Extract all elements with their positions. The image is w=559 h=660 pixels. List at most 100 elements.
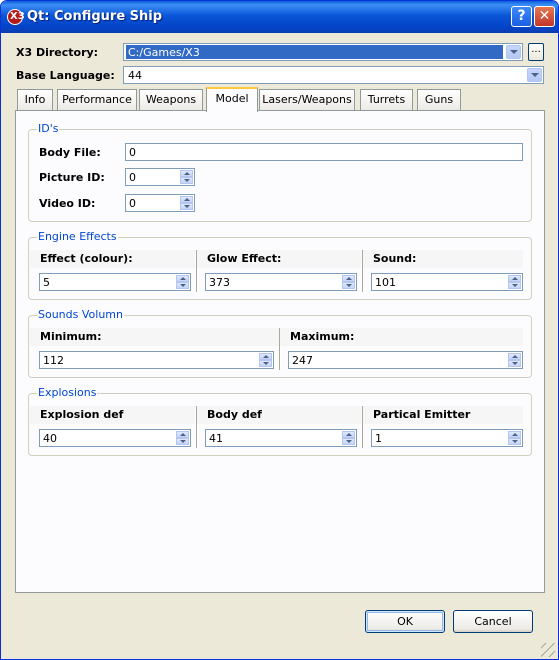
x3-directory-dropdown-arrow[interactable] xyxy=(506,45,521,59)
tab-performance[interactable]: Performance xyxy=(57,89,137,110)
tab-turrets[interactable]: Turrets xyxy=(360,89,413,110)
explosion-def-spinbox[interactable]: 40 xyxy=(39,429,191,447)
body-file-label: Body File: xyxy=(39,146,101,159)
glow-effect-spinbox[interactable]: 373 xyxy=(205,273,357,291)
effect-colour-spin-buttons[interactable] xyxy=(176,275,189,289)
video-id-label: Video ID: xyxy=(39,197,96,210)
app-icon: X3 xyxy=(7,9,25,25)
engine-effects-group-title: Engine Effects xyxy=(37,230,118,243)
partical-emitter-spinbox[interactable]: 1 xyxy=(371,429,523,447)
spin-up-icon[interactable] xyxy=(508,353,521,360)
minimum-header: Minimum: xyxy=(30,328,279,346)
sound-label: Sound: xyxy=(373,252,417,265)
tab-lasers-weapons[interactable]: Lasers/Weapons xyxy=(259,89,355,110)
minimum-spinbox[interactable]: 112 xyxy=(39,351,274,369)
glow-effect-spin-buttons[interactable] xyxy=(342,275,355,289)
spin-up-icon[interactable] xyxy=(180,196,193,203)
spin-up-icon[interactable] xyxy=(176,275,189,282)
spin-down-icon[interactable] xyxy=(176,438,189,445)
spin-up-icon[interactable] xyxy=(342,431,355,438)
x3-directory-label: X3 Directory: xyxy=(16,46,99,59)
maximum-spin-buttons[interactable] xyxy=(508,353,521,367)
resize-grip-icon[interactable] xyxy=(541,643,555,657)
sound-spinbox[interactable]: 101 xyxy=(371,273,523,291)
explosion-def-spin-buttons[interactable] xyxy=(176,431,189,445)
cancel-button[interactable]: Cancel xyxy=(453,610,533,633)
picture-id-value: 0 xyxy=(129,171,136,184)
configure-ship-window: X3 Qt: Configure Ship ? ✕ X3 Directory: … xyxy=(0,0,559,660)
partical-emitter-spin-buttons[interactable] xyxy=(508,431,521,445)
spin-down-icon[interactable] xyxy=(180,203,193,210)
sound-spin-buttons[interactable] xyxy=(508,275,521,289)
body-def-value: 41 xyxy=(209,432,223,445)
x3-directory-value: C:/Games/X3 xyxy=(128,46,200,59)
tab-model[interactable]: Model xyxy=(206,87,258,112)
glow-effect-label: Glow Effect: xyxy=(207,252,282,265)
spin-up-icon[interactable] xyxy=(259,353,272,360)
video-id-spin-buttons[interactable] xyxy=(180,196,193,210)
picture-id-spinbox[interactable]: 0 xyxy=(125,168,195,186)
spin-down-icon[interactable] xyxy=(342,438,355,445)
maximum-spinbox[interactable]: 247 xyxy=(288,351,523,369)
glow-effect-header: Glow Effect: xyxy=(197,250,361,268)
maximum-value: 247 xyxy=(292,354,313,367)
video-id-spinbox[interactable]: 0 xyxy=(125,194,195,212)
minimum-spin-buttons[interactable] xyxy=(259,353,272,367)
base-language-dropdown-arrow[interactable] xyxy=(527,68,542,82)
explosion-def-header: Explosion def xyxy=(30,406,195,424)
ids-group-title: ID's xyxy=(37,122,60,135)
spin-down-icon[interactable] xyxy=(259,360,272,367)
effect-colour-spinbox[interactable]: 5 xyxy=(39,273,191,291)
video-id-value: 0 xyxy=(129,197,136,210)
window-title: Qt: Configure Ship xyxy=(27,9,163,24)
glow-effect-value: 373 xyxy=(209,276,230,289)
partical-emitter-header: Partical Emitter xyxy=(363,406,523,424)
spin-up-icon[interactable] xyxy=(508,431,521,438)
ok-button[interactable]: OK xyxy=(365,610,445,633)
body-file-value: 0 xyxy=(129,146,136,159)
picture-id-label: Picture ID: xyxy=(39,171,105,184)
title-bar[interactable]: X3 Qt: Configure Ship ? ✕ xyxy=(1,1,558,33)
body-def-spinbox[interactable]: 41 xyxy=(205,429,357,447)
spin-up-icon[interactable] xyxy=(180,170,193,177)
picture-id-spin-buttons[interactable] xyxy=(180,170,193,184)
explosion-def-value: 40 xyxy=(43,432,57,445)
effect-colour-value: 5 xyxy=(43,276,50,289)
partical-emitter-value: 1 xyxy=(375,432,382,445)
explosions-group-title: Explosions xyxy=(37,386,98,399)
spin-up-icon[interactable] xyxy=(176,431,189,438)
spin-down-icon[interactable] xyxy=(508,360,521,367)
minimum-value: 112 xyxy=(43,354,64,367)
spin-up-icon[interactable] xyxy=(342,275,355,282)
tab-weapons[interactable]: Weapons xyxy=(139,89,203,110)
sound-header: Sound: xyxy=(363,250,523,268)
body-def-label: Body def xyxy=(207,408,262,421)
maximum-label: Maximum: xyxy=(290,330,355,343)
body-def-spin-buttons[interactable] xyxy=(342,431,355,445)
tab-guns[interactable]: Guns xyxy=(417,89,461,110)
partical-emitter-label: Partical Emitter xyxy=(373,408,471,421)
spin-down-icon[interactable] xyxy=(176,282,189,289)
body-def-header: Body def xyxy=(197,406,361,424)
body-file-input[interactable]: 0 xyxy=(125,143,523,161)
browse-button[interactable]: ... xyxy=(528,43,544,61)
base-language-value: 44 xyxy=(128,69,142,82)
ids-group: ID's Body File: 0 Picture ID: 0 Video ID… xyxy=(28,122,532,222)
spin-down-icon[interactable] xyxy=(508,438,521,445)
spin-up-icon[interactable] xyxy=(508,275,521,282)
base-language-combo[interactable]: 44 xyxy=(123,66,544,84)
tab-info[interactable]: Info xyxy=(17,89,53,110)
explosions-group: Explosions Explosion def 40 Body def 41 … xyxy=(28,386,532,456)
explosion-def-label: Explosion def xyxy=(40,408,124,421)
help-button[interactable]: ? xyxy=(511,6,532,27)
x3-directory-combo[interactable]: C:/Games/X3 xyxy=(123,43,523,61)
spin-down-icon[interactable] xyxy=(342,282,355,289)
spin-down-icon[interactable] xyxy=(508,282,521,289)
close-button[interactable]: ✕ xyxy=(534,6,555,27)
minimum-label: Minimum: xyxy=(40,330,102,343)
model-tab-panel: ID's Body File: 0 Picture ID: 0 Video ID… xyxy=(15,110,545,593)
sound-value: 101 xyxy=(375,276,396,289)
engine-effects-group: Engine Effects Effect (colour): 5 Glow E… xyxy=(28,230,532,300)
spin-down-icon[interactable] xyxy=(180,177,193,184)
base-language-label: Base Language: xyxy=(16,69,115,82)
